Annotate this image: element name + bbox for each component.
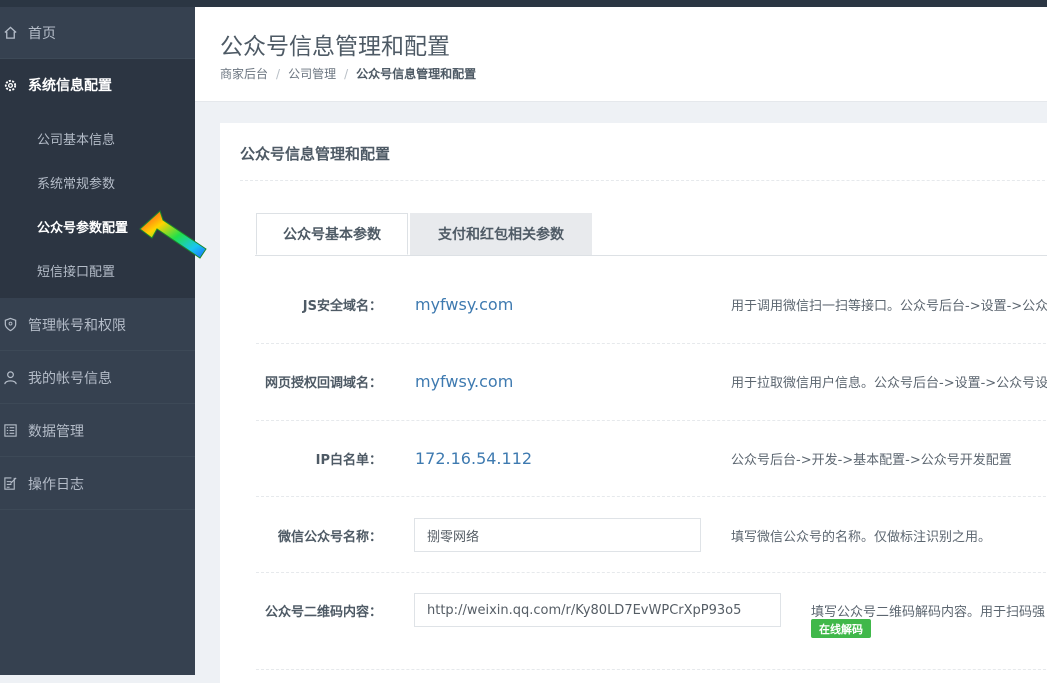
- list-icon: [2, 423, 18, 439]
- top-bar: [0, 0, 1047, 7]
- row-divider: [256, 343, 1047, 344]
- row-divider: [256, 496, 1047, 497]
- ip-whitelist-label: IP白名单：: [315, 453, 382, 468]
- breadcrumb-separator: /: [276, 67, 281, 81]
- row-divider: [256, 572, 1047, 573]
- js-domain-label: JS安全域名：: [302, 299, 382, 314]
- sidebar-item-accounts[interactable]: 管理帐号和权限: [0, 299, 195, 351]
- js-domain-help: 用于调用微信扫一扫等接口。公众号后台->设置->公众: [731, 299, 1047, 314]
- row-divider: [256, 669, 1047, 670]
- sidebar-subitem-system-params[interactable]: 系统常规参数: [37, 173, 115, 192]
- tabs-divider: [255, 255, 1047, 256]
- sidebar: 首页 系统信息配置 公司基本信息 系统常规参数 公众号参数配置 短信接口配置 管…: [0, 7, 195, 675]
- breadcrumb-company[interactable]: 公司管理: [288, 67, 336, 81]
- tab-payment-params[interactable]: 支付和红包相关参数: [410, 213, 592, 255]
- js-domain-value: myfwsy.com: [415, 295, 514, 314]
- page-title: 公众号信息管理和配置: [220, 34, 450, 60]
- page-header: 公众号信息管理和配置 商家后台 / 公司管理 / 公众号信息管理和配置: [195, 7, 1047, 102]
- sidebar-item-system-config[interactable]: 系统信息配置: [0, 59, 195, 111]
- account-name-help: 填写微信公众号的名称。仅做标注识别之用。: [731, 530, 992, 545]
- sidebar-item-label: 数据管理: [28, 423, 84, 440]
- oauth-domain-value: myfwsy.com: [415, 372, 514, 391]
- account-name-label: 微信公众号名称：: [277, 530, 382, 545]
- ip-whitelist-help: 公众号后台->开发->基本配置->公众号开发配置: [731, 453, 1012, 468]
- card-divider: [240, 180, 1047, 181]
- qrcode-input[interactable]: http://weixin.qq.com/r/Ky80LD7EvWPCrXpP9…: [414, 593, 781, 627]
- sidebar-item-label: 系统信息配置: [28, 78, 112, 94]
- sidebar-item-my-account[interactable]: 我的帐号信息: [0, 352, 195, 404]
- sidebar-item-label: 首页: [28, 25, 56, 42]
- edit-icon: [2, 476, 18, 492]
- row-divider: [256, 420, 1047, 421]
- breadcrumb-separator: /: [344, 67, 349, 81]
- breadcrumb: 商家后台 / 公司管理 / 公众号信息管理和配置: [220, 65, 476, 82]
- qrcode-help: 填写公众号二维码解码内容。用于扫码强: [811, 605, 1046, 620]
- pointer-arrow-icon: [139, 210, 207, 259]
- card-title: 公众号信息管理和配置: [240, 145, 391, 163]
- sidebar-submenu: 公司基本信息 系统常规参数 公众号参数配置 短信接口配置: [0, 111, 195, 298]
- sidebar-item-label: 我的帐号信息: [28, 370, 112, 387]
- sidebar-subitem-sms-config[interactable]: 短信接口配置: [37, 261, 115, 280]
- oauth-domain-label: 网页授权回调域名：: [264, 376, 382, 391]
- account-name-input[interactable]: 捌零网络: [414, 518, 701, 552]
- ip-whitelist-value: 172.16.54.112: [415, 449, 533, 468]
- breadcrumb-current: 公众号信息管理和配置: [356, 67, 477, 81]
- sidebar-item-home[interactable]: 首页: [0, 7, 195, 59]
- sidebar-item-data[interactable]: 数据管理: [0, 405, 195, 457]
- sidebar-item-label: 操作日志: [28, 476, 84, 493]
- sidebar-subitem-company-info[interactable]: 公司基本信息: [37, 129, 115, 148]
- qrcode-label: 公众号二维码内容：: [264, 605, 382, 620]
- tab-basic-params[interactable]: 公众号基本参数: [256, 213, 408, 255]
- sidebar-item-label: 管理帐号和权限: [28, 317, 126, 334]
- shield-icon: [2, 317, 18, 333]
- oauth-domain-help: 用于拉取微信用户信息。公众号后台->设置->公众号设: [731, 376, 1047, 391]
- online-decode-button[interactable]: 在线解码: [811, 619, 871, 638]
- content-card: 公众号信息管理和配置 公众号基本参数 支付和红包相关参数 JS安全域名： myf…: [220, 123, 1047, 683]
- breadcrumb-merchant[interactable]: 商家后台: [220, 67, 268, 81]
- sidebar-item-logs[interactable]: 操作日志: [0, 458, 195, 510]
- user-icon: [2, 370, 18, 386]
- gear-icon: [2, 77, 18, 93]
- home-icon: [2, 25, 18, 41]
- sidebar-subitem-wechat-config[interactable]: 公众号参数配置: [37, 217, 128, 236]
